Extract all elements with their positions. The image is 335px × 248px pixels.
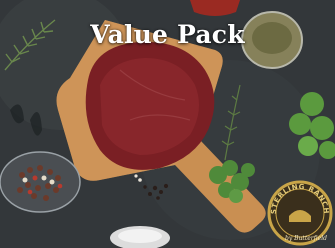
product-photo: Value Pack STERLING RANCH by Butterfield [0,0,335,248]
headline-text: Value Pack [90,20,245,49]
pepper-bowl [0,151,81,213]
badge-byline: by Butterfield [285,235,327,242]
